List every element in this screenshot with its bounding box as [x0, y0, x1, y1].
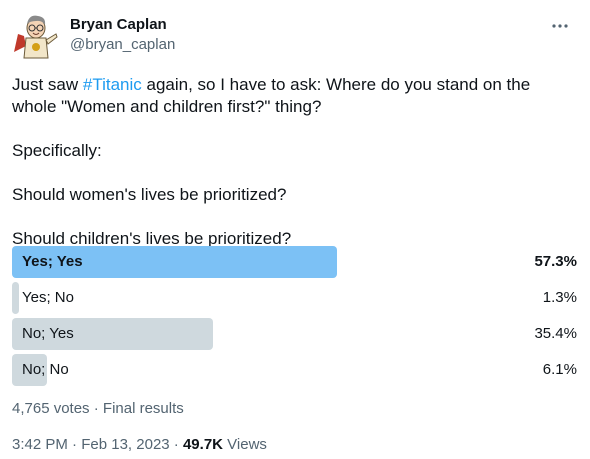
poll-meta: 4,765 votes · Final results: [12, 400, 184, 418]
hashtag-link[interactable]: #Titanic: [83, 75, 142, 94]
poll-option-label: Yes; Yes: [22, 253, 83, 270]
author-handle[interactable]: @bryan_caplan: [70, 35, 175, 55]
tweet-header: Bryan Caplan @bryan_caplan: [12, 12, 578, 59]
poll-option-percent: 57.3%: [534, 253, 577, 270]
more-dots-icon: [552, 24, 568, 28]
separator: ·: [93, 400, 99, 417]
poll-votes: 4,765 votes: [12, 400, 90, 417]
tweet-date[interactable]: Feb 13, 2023: [81, 436, 169, 453]
separator: ·: [173, 436, 179, 453]
poll-option-label: No; No: [22, 361, 69, 378]
separator: ·: [72, 436, 78, 453]
tweet-line-3: Should women's lives be prioritized?: [12, 185, 287, 204]
views-label: Views: [227, 436, 267, 453]
author-display-name[interactable]: Bryan Caplan: [70, 15, 175, 35]
poll-option-percent: 6.1%: [542, 361, 577, 378]
avatar[interactable]: [12, 12, 60, 60]
author-info: Bryan Caplan @bryan_caplan: [70, 15, 175, 55]
poll: Yes; Yes 57.3% Yes; No 1.3% No; Yes 35.4…: [12, 246, 579, 390]
poll-option: No; No 6.1%: [12, 354, 579, 386]
tweet-line-2: Specifically:: [12, 141, 102, 160]
cartoon-avatar-icon: [14, 15, 58, 59]
views-count: 49.7K: [182, 436, 223, 453]
poll-option-label: No; Yes: [22, 325, 74, 342]
tweet-time[interactable]: 3:42 PM: [12, 436, 68, 453]
tweet: Bryan Caplan @bryan_caplan Just saw #Tit…: [0, 0, 590, 459]
poll-option: No; Yes 35.4%: [12, 318, 579, 350]
poll-option-percent: 35.4%: [534, 325, 577, 342]
tweet-line-1: Just saw #Titanic again, so I have to as…: [12, 74, 572, 118]
poll-status: Final results: [102, 400, 184, 417]
poll-option: Yes; Yes 57.3%: [12, 246, 579, 278]
tweet-text-segment: Just saw: [12, 75, 83, 94]
poll-option-percent: 1.3%: [542, 289, 577, 306]
poll-option-bar: [12, 282, 19, 314]
poll-option: Yes; No 1.3%: [12, 282, 579, 314]
more-button[interactable]: [548, 16, 572, 36]
tweet-footer: 3:42 PM · Feb 13, 2023 · 49.7K Views: [12, 436, 267, 454]
poll-option-label: Yes; No: [22, 289, 74, 306]
tweet-text: Just saw #Titanic again, so I have to as…: [12, 74, 572, 250]
